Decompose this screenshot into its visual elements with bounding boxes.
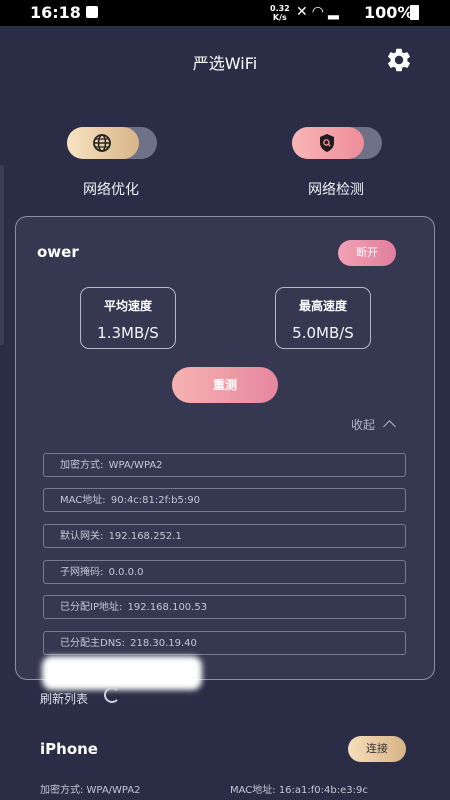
detail-row-subnet: 子网掩码: 0.0.0.0 (43, 560, 406, 584)
max-speed-box: 最高速度 5.0MB/S (275, 287, 371, 349)
network-optimize-label: 网络优化 (83, 182, 139, 198)
average-speed-value: 1.3MB/S (97, 324, 159, 342)
globe-icon (93, 134, 111, 152)
detail-label: 加密方式: (60, 460, 104, 471)
refresh-list-button[interactable]: 刷新列表 (40, 690, 88, 707)
connect-button[interactable]: 连接 (348, 736, 406, 762)
app-title: 严选WiFi (192, 54, 258, 73)
detail-label: 已分配主DNS: (60, 638, 125, 649)
network-list-item-encryption: 加密方式: WPA/WPA2 (40, 785, 141, 796)
detail-row-ip: 已分配IP地址: 192.168.100.53 (43, 595, 406, 619)
detail-value: 192.168.100.53 (127, 602, 208, 613)
network-name: ower (37, 243, 79, 261)
average-speed-box: 平均速度 1.3MB/S (80, 287, 176, 349)
detail-label: 默认网关: (60, 531, 104, 542)
cell-signal-icon: ▂ (327, 4, 343, 20)
detail-value: 90:4c:81:2f:b5:90 (110, 495, 200, 506)
current-network-card: ower 断开 平均速度 1.3MB/S 最高速度 5.0MB/S 重测 收起 … (15, 216, 435, 680)
detail-label: 子网掩码: (60, 567, 104, 578)
wifi-signal-icon: ◠ (311, 4, 328, 20)
redaction-patch (42, 656, 202, 690)
detail-value: 218.30.19.40 (130, 638, 197, 649)
refresh-icon[interactable] (104, 687, 120, 703)
battery-level: 100% (364, 3, 414, 22)
network-detect-label: 网络检测 (308, 182, 364, 198)
network-list-item-name: iPhone (40, 740, 98, 758)
detail-value: 0.0.0.0 (108, 567, 144, 578)
message-notification-icon (86, 6, 98, 18)
status-icons: ✕◠▂ (296, 4, 343, 20)
detail-row-gateway: 默认网关: 192.168.252.1 (43, 524, 406, 548)
toggle-knob (67, 127, 139, 159)
shield-search-icon (320, 134, 334, 152)
detail-label: 已分配IP地址: (60, 602, 123, 613)
max-speed-value: 5.0MB/S (292, 324, 354, 342)
toggle-knob (292, 127, 364, 159)
average-speed-label: 平均速度 (103, 299, 152, 313)
mute-icon: ✕ (296, 4, 312, 20)
gear-icon[interactable] (385, 46, 413, 74)
status-bar: 16:18 0.32 K/s ✕◠▂ 100% (0, 0, 450, 26)
detail-row-encryption: 加密方式: WPA/WPA2 (43, 453, 406, 477)
max-speed-label: 最高速度 (298, 299, 347, 313)
detail-row-dns: 已分配主DNS: 218.30.19.40 (43, 631, 406, 655)
retest-button[interactable]: 重测 (172, 367, 278, 403)
side-drawer-handle[interactable] (0, 165, 4, 345)
detail-label: MAC地址: (60, 495, 106, 506)
status-time: 16:18 (30, 3, 81, 22)
network-list-item-mac: MAC地址: 16:a1:f0:4b:e3:9c (230, 785, 368, 796)
network-speed-unit: K/s (272, 13, 287, 22)
detail-value: 192.168.252.1 (108, 531, 182, 542)
battery-icon (410, 5, 419, 20)
network-speed-value: 0.32 (270, 4, 290, 13)
disconnect-button[interactable]: 断开 (338, 240, 396, 266)
collapse-label: 收起 (351, 418, 376, 432)
detail-row-mac: MAC地址: 90:4c:81:2f:b5:90 (43, 488, 406, 512)
network-detect-toggle[interactable] (292, 127, 382, 159)
detail-value: WPA/WPA2 (108, 460, 163, 471)
collapse-toggle[interactable]: 收起 (351, 416, 396, 433)
chevron-up-icon (383, 420, 396, 433)
network-optimize-toggle[interactable] (67, 127, 157, 159)
network-speed: 0.32 K/s (270, 4, 290, 22)
